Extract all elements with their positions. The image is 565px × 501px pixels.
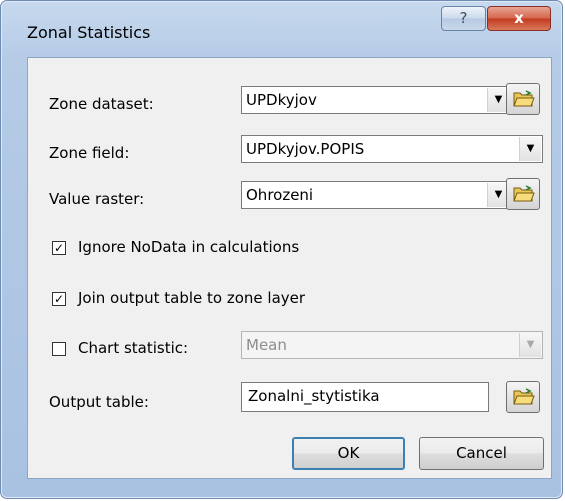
help-button[interactable]: ? bbox=[441, 6, 486, 31]
title-bar[interactable]: Zonal Statistics ? x bbox=[1, 1, 562, 57]
open-folder-icon bbox=[513, 388, 535, 405]
join-output-checkbox[interactable]: ✓ bbox=[52, 292, 66, 306]
ignore-nodata-label[interactable]: Ignore NoData in calculations bbox=[78, 238, 299, 256]
chart-statistic-dropdown: Mean ▼ bbox=[241, 331, 543, 359]
zone-dataset-dropdown[interactable]: UPDkyjov ▼ bbox=[241, 86, 511, 114]
zone-field-dropdown[interactable]: UPDkyjov.POPIS ▼ bbox=[241, 135, 543, 163]
value-raster-label: Value raster: bbox=[49, 190, 145, 208]
zone-field-value: UPDkyjov.POPIS bbox=[246, 140, 365, 158]
chevron-down-icon[interactable]: ▼ bbox=[519, 137, 541, 161]
zonal-statistics-dialog: Zonal Statistics ? x Zone dataset: UPDky… bbox=[0, 0, 563, 499]
value-raster-value: Ohrozeni bbox=[246, 186, 314, 204]
ignore-nodata-checkbox[interactable]: ✓ bbox=[52, 241, 66, 255]
chevron-down-icon: ▼ bbox=[519, 333, 541, 357]
ok-button[interactable]: OK bbox=[292, 437, 405, 470]
chart-statistic-label[interactable]: Chart statistic: bbox=[78, 339, 188, 357]
zone-dataset-value: UPDkyjov bbox=[246, 91, 317, 109]
zone-field-label: Zone field: bbox=[49, 144, 130, 162]
value-raster-dropdown[interactable]: Ohrozeni ▼ bbox=[241, 181, 511, 209]
open-folder-icon bbox=[513, 90, 535, 107]
dialog-title: Zonal Statistics bbox=[27, 23, 151, 42]
output-table-input[interactable]: Zonalni_stytistika bbox=[241, 382, 489, 412]
cancel-button[interactable]: Cancel bbox=[419, 437, 544, 470]
join-output-label[interactable]: Join output table to zone layer bbox=[78, 289, 305, 307]
output-table-label: Output table: bbox=[49, 393, 149, 411]
output-table-value: Zonalni_stytistika bbox=[248, 387, 380, 405]
dialog-body: Zone dataset: UPDkyjov ▼ Zone field: UPD… bbox=[27, 57, 552, 479]
zone-dataset-browse-button[interactable] bbox=[506, 83, 540, 115]
value-raster-browse-button[interactable] bbox=[506, 178, 540, 210]
open-folder-icon bbox=[513, 185, 535, 202]
output-table-browse-button[interactable] bbox=[506, 381, 540, 413]
zone-dataset-label: Zone dataset: bbox=[49, 95, 154, 113]
close-button[interactable]: x bbox=[487, 6, 551, 31]
chart-statistic-checkbox[interactable] bbox=[52, 342, 66, 356]
chart-statistic-value: Mean bbox=[246, 336, 287, 354]
